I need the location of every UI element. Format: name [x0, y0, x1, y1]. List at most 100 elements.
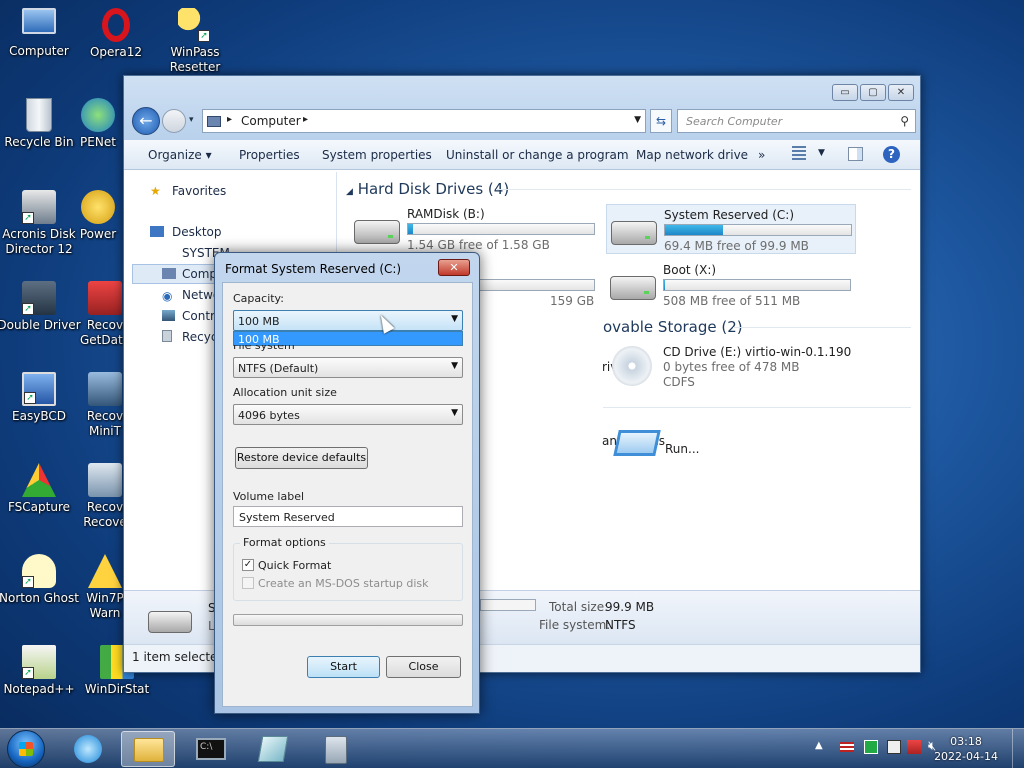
desktop-icon-computer[interactable]: Computer	[0, 8, 82, 59]
view-options-icon[interactable]	[792, 146, 806, 160]
drive-usage-bar	[407, 223, 595, 235]
breadcrumb-chevron-icon[interactable]: ▸	[227, 114, 232, 125]
drive-system-reserved[interactable]: System Reserved (C:) 69.4 MB free of 99.…	[606, 204, 856, 254]
show-hidden-icons-button[interactable]: ▲	[815, 740, 823, 751]
power-icon	[81, 190, 115, 224]
back-button[interactable]: ←	[132, 107, 160, 135]
desktop-icon-acronis[interactable]: ➚ Acronis Disk Director 12	[0, 190, 82, 257]
forward-button[interactable]	[162, 109, 186, 133]
taskbar-cmd[interactable]: C:\	[183, 731, 237, 767]
drive-usage-bar	[663, 279, 851, 291]
help-icon[interactable]: ?	[883, 146, 900, 163]
restore-defaults-button[interactable]: Restore device defaults	[235, 447, 368, 469]
address-bar[interactable]: ▸ Computer ▸ ▼	[202, 109, 646, 133]
format-options-group: Format options ✓ Quick Format Create an …	[233, 536, 463, 601]
star-icon: ★	[150, 184, 161, 198]
desktop-icon-norton-ghost[interactable]: ➚ Norton Ghost	[0, 554, 82, 606]
msdos-disk-checkbox[interactable]	[242, 577, 254, 589]
refresh-button[interactable]: ⇆	[650, 109, 672, 133]
more-commands-button[interactable]: »	[758, 148, 765, 162]
quick-format-label: Quick Format	[258, 559, 332, 572]
system-properties-button[interactable]: System properties	[322, 148, 432, 162]
format-progress-bar	[233, 614, 463, 626]
volume-label-input[interactable]: System Reserved	[233, 506, 463, 527]
maximize-button[interactable]: ▢	[860, 84, 886, 101]
system-tray: ▲ 🔇︎ 03:18 2022-04-14	[804, 729, 1024, 768]
nav-desktop[interactable]: Desktop	[172, 225, 222, 239]
action-center-icon[interactable]	[887, 740, 901, 754]
search-icon: ⚲	[900, 114, 909, 128]
hard-drive-icon	[148, 611, 192, 633]
close-button[interactable]: ✕	[888, 84, 914, 101]
desktop-icon-penet[interactable]: PENet	[73, 98, 123, 150]
desktop-icon-recycle-bin[interactable]: Recycle Bin	[0, 98, 82, 150]
drive-ramdisk[interactable]: RAMDisk (B:) 1.54 GB free of 1.58 GB	[350, 204, 600, 254]
recover-icon	[88, 463, 122, 497]
computer-icon	[22, 8, 56, 34]
minimize-button[interactable]: ▭	[832, 84, 858, 101]
map-network-drive-button[interactable]: Map network drive	[636, 148, 748, 162]
disk-director-icon: ➚	[22, 190, 56, 224]
clock[interactable]: 03:18 2022-04-14	[934, 734, 998, 764]
driver-icon: ➚	[22, 281, 56, 315]
drive-boot[interactable]: Boot (X:) 508 MB free of 511 MB	[606, 260, 856, 310]
chevron-down-icon: ▼	[451, 408, 458, 418]
nav-computer[interactable]: Comp	[182, 267, 217, 281]
desktop-icon-easybcd[interactable]: ➚ EasyBCD	[0, 372, 82, 424]
command-bar: Organize ▾ Properties System properties …	[124, 140, 920, 170]
run-item[interactable]: Run...	[665, 442, 699, 456]
search-input[interactable]: Search Computer ⚲	[677, 109, 916, 133]
quick-format-checkbox[interactable]: ✓	[242, 559, 254, 571]
group-hard-disk-drives[interactable]: ◢ Hard Disk Drives (4)	[346, 180, 911, 198]
nav-recycle-bin[interactable]: Recyc	[182, 330, 217, 344]
capacity-label: Capacity:	[233, 292, 284, 305]
computer-icon	[207, 116, 221, 127]
taskbar-notepad[interactable]	[246, 731, 300, 767]
properties-button[interactable]: Properties	[239, 148, 300, 162]
capacity-select[interactable]: 100 MB ▼	[233, 310, 463, 331]
folder-icon	[134, 738, 164, 762]
desktop-icon-double-driver[interactable]: ➚ Double Driver	[0, 281, 82, 333]
address-dropdown-icon[interactable]: ▼	[634, 115, 641, 125]
preview-pane-icon[interactable]	[848, 147, 863, 161]
desktop-icon-power[interactable]: Power	[73, 190, 123, 242]
desktop-icon-notepadpp[interactable]: ➚ Notepad++	[0, 645, 82, 697]
recent-pages-dropdown[interactable]: ▾	[189, 115, 194, 125]
close-button[interactable]: Close	[386, 656, 461, 678]
taskbar-calculator[interactable]	[309, 731, 363, 767]
drive-usage-bar	[664, 224, 852, 236]
file-system-select[interactable]: NTFS (Default) ▼	[233, 357, 463, 378]
recovery-icon	[88, 281, 122, 315]
view-dropdown-icon[interactable]: ▼	[818, 148, 825, 158]
desktop-icon-fscapture[interactable]: FSCapture	[0, 463, 82, 515]
desktop-icon-winpass[interactable]: ➚ WinPass Resetter	[152, 8, 238, 75]
taskbar-explorer[interactable]	[121, 731, 175, 767]
group-removable-storage[interactable]: ovable Storage (2)	[603, 318, 911, 336]
allocation-select[interactable]: 4096 bytes ▼	[233, 404, 463, 425]
start-button[interactable]	[7, 730, 45, 768]
network-tray-icon[interactable]	[864, 740, 878, 754]
organize-button[interactable]: Organize ▾	[148, 148, 212, 162]
control-panel-icon	[162, 310, 175, 321]
show-desktop-button[interactable]	[1012, 729, 1024, 768]
uninstall-program-button[interactable]: Uninstall or change a program	[446, 148, 629, 162]
desktop-icon-opera[interactable]: Opera12	[73, 8, 159, 60]
breadcrumb-computer[interactable]: Computer	[241, 114, 301, 128]
explorer-title-frame: ▭ ▢ ✕ ← ▾ ▸ Computer ▸ ▼ ⇆ Search Comput…	[124, 76, 920, 140]
capacity-option[interactable]: 100 MB	[233, 331, 463, 346]
flag-icon[interactable]	[907, 740, 921, 754]
details-usage-bar	[480, 599, 536, 611]
drive-cd[interactable]: CD Drive (E:) virtio-win-0.1.190 0 bytes…	[606, 342, 856, 389]
command-prompt-icon: C:\	[196, 738, 226, 760]
nav-favorites[interactable]: Favorites	[172, 184, 226, 198]
volume-label-label: Volume label	[233, 490, 305, 503]
computer-icon	[162, 268, 176, 279]
language-icon[interactable]	[840, 742, 854, 752]
ghost-icon: ➚	[22, 554, 56, 588]
calculator-icon	[325, 736, 347, 764]
taskbar-ie[interactable]	[61, 731, 115, 767]
cd-drive-icon	[612, 346, 652, 386]
breadcrumb-chevron-icon[interactable]: ▸	[303, 114, 308, 125]
start-button[interactable]: Start	[307, 656, 380, 678]
dialog-close-button[interactable]: ✕	[438, 259, 470, 276]
